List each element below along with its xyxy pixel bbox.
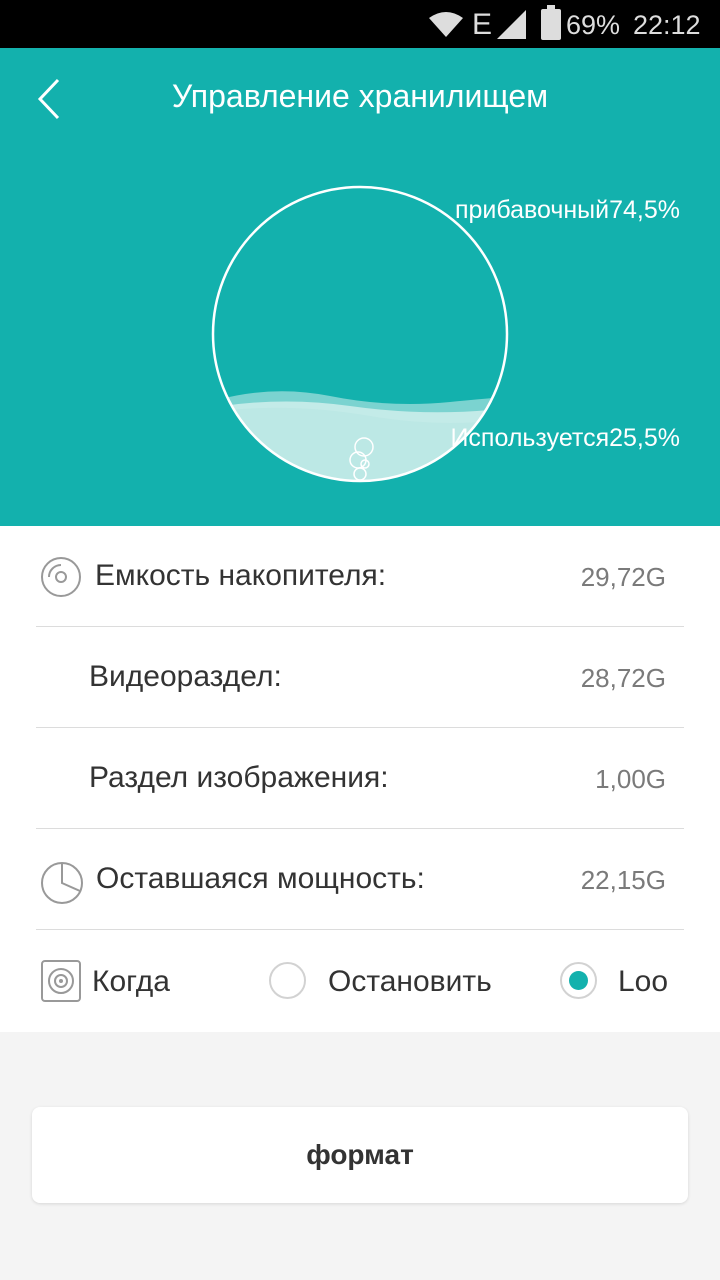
video-partition-row: Видеораздел: 28,72G <box>0 627 720 728</box>
format-button[interactable]: формат <box>32 1107 688 1203</box>
capacity-value: 29,72G <box>580 562 666 592</box>
record-mode-label: Когда <box>92 965 170 998</box>
record-mode-row: Когда Остановить Loo <box>0 930 720 1032</box>
free-space-label: прибавочный74,5% <box>454 196 680 224</box>
signal-icon <box>497 10 526 39</box>
loop-option-label[interactable]: Loo <box>618 965 668 999</box>
speaker-icon <box>41 960 81 1002</box>
storage-header: Управление хранилищем прибавочный74,5% И… <box>0 48 720 526</box>
video-partition-value: 28,72G <box>580 663 666 693</box>
remaining-label: Оставшаяся мощность: <box>96 862 425 895</box>
pie-chart-icon <box>41 862 83 904</box>
image-partition-label: Раздел изображения: <box>89 761 389 794</box>
image-partition-value: 1,00G <box>595 764 666 794</box>
network-type: E <box>472 8 493 41</box>
storage-details: Емкость накопителя: 29,72G Видеораздел: … <box>0 526 720 1032</box>
battery-icon <box>541 5 561 40</box>
image-partition-row: Раздел изображения: 1,00G <box>0 728 720 829</box>
used-space-label: Используется25,5% <box>450 424 680 452</box>
capacity-label: Емкость накопителя: <box>95 559 387 592</box>
clock: 22:12 <box>633 10 701 40</box>
video-partition-label: Видеораздел: <box>89 660 282 693</box>
remaining-row: Оставшаяся мощность: 22,15G <box>0 829 720 930</box>
wifi-icon <box>429 12 463 37</box>
page-title: Управление хранилищем <box>171 78 549 114</box>
battery-level: 69% <box>566 10 621 40</box>
disc-icon <box>41 557 81 597</box>
stop-radio[interactable] <box>269 962 306 999</box>
stop-option-label[interactable]: Остановить <box>328 965 492 999</box>
remaining-value: 22,15G <box>580 865 666 895</box>
loop-radio[interactable] <box>560 962 597 999</box>
status-bar: E 69% 22:12 <box>0 0 720 48</box>
capacity-row: Емкость накопителя: 29,72G <box>0 526 720 627</box>
